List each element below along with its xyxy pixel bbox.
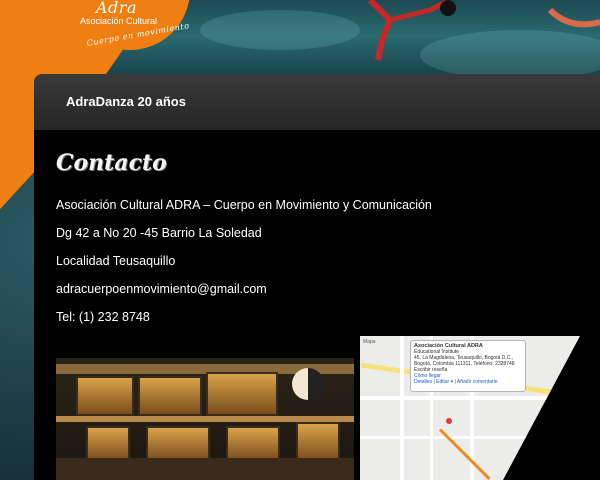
- map-info-bubble: Asociación Cultural ADRA Educational Ins…: [410, 340, 526, 392]
- map-control[interactable]: Mapa: [363, 339, 376, 345]
- photo-round-window: [292, 368, 324, 400]
- photo-window: [76, 376, 134, 416]
- map-road: [400, 336, 404, 480]
- address-line: Dg 42 a No 20 -45 Barrio La Soledad: [56, 226, 262, 240]
- site-title[interactable]: AdraDanza 20 años: [66, 94, 186, 109]
- map-marker-icon[interactable]: [446, 418, 452, 424]
- photo-ground: [56, 458, 354, 480]
- site-header: AdraDanza 20 años: [34, 74, 600, 130]
- photo-window: [296, 422, 340, 462]
- photo-window: [86, 426, 130, 462]
- map-bubble-address: 45, La Magdalena, Teusaquillo, Bogotá D.…: [414, 355, 515, 367]
- dancer-figure-icon: [367, 0, 456, 61]
- map-bubble-actions[interactable]: Detalles | Editar ▾ | Añadir comentario: [414, 379, 497, 385]
- dancer-figure-icon: [547, 7, 600, 28]
- locality-line: Localidad Teusaquillo: [56, 254, 176, 268]
- photo-window: [146, 426, 210, 462]
- photo-window: [226, 426, 280, 462]
- phone-number: Tel: (1) 232 8748: [56, 310, 150, 324]
- logo-subtitle: Asociación Cultural: [80, 16, 158, 26]
- page-title: Contacto: [56, 150, 167, 176]
- organization-name: Asociación Cultural ADRA – Cuerpo en Mov…: [56, 198, 432, 212]
- logo-name[interactable]: Adra: [96, 0, 137, 17]
- email-link[interactable]: adracuerpoenmovimiento@gmail.com: [56, 282, 267, 296]
- photo-window: [138, 376, 202, 416]
- building-photo: [56, 358, 354, 480]
- photo-window: [206, 372, 278, 416]
